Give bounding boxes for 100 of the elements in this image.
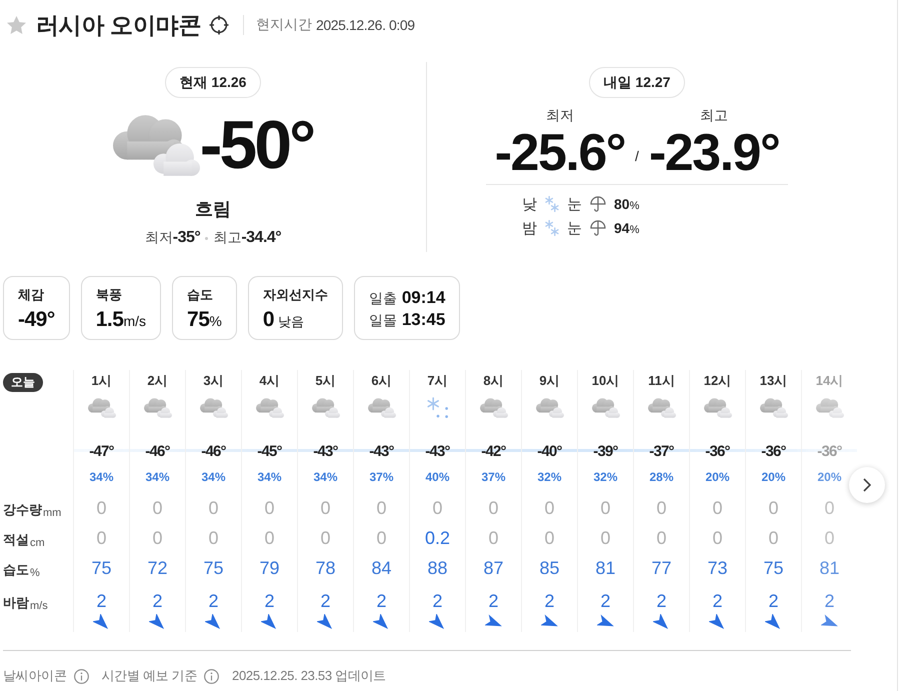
- next-button[interactable]: [849, 467, 885, 503]
- low-temperature: -35°: [172, 229, 200, 247]
- humidity-value: 77: [651, 557, 672, 579]
- condition-label: 눈: [567, 218, 582, 238]
- hourly-temperature: -36°: [705, 442, 730, 462]
- low-temperature: -25.6°: [494, 126, 626, 180]
- snowfall-amount: 0: [824, 527, 834, 549]
- sun-event-time: 13:45: [402, 309, 446, 330]
- row-label: 습도%: [2, 561, 40, 579]
- snowfall-amount: 0: [376, 527, 386, 549]
- umbrella-icon: [590, 196, 606, 212]
- precipitation-chance: 20%: [817, 469, 842, 486]
- hourly-temperature: -46°: [145, 442, 170, 462]
- star-icon[interactable]: [7, 16, 26, 34]
- low-label: 최저: [144, 229, 173, 247]
- precipitation-chance: 34%: [201, 469, 226, 486]
- precipitation-chance: 37%: [481, 469, 506, 486]
- condition-label: 눈: [567, 194, 582, 214]
- humidity-value: 84: [371, 557, 392, 579]
- precipitation-chance: 20%: [705, 469, 730, 486]
- precipitation-amount: 0: [488, 497, 498, 519]
- snowfall-amount: 0: [712, 527, 722, 549]
- high-label: 최고: [700, 106, 728, 124]
- precipitation-amount: 0: [152, 497, 162, 519]
- precipitation-chance: 28%: [649, 469, 674, 486]
- snowfall-amount: 0: [208, 527, 218, 549]
- humidity-value: 87: [483, 557, 504, 579]
- wind-speed: 2: [712, 590, 722, 612]
- info-icon[interactable]: [204, 668, 220, 684]
- precipitation-chance: 32%: [537, 469, 562, 486]
- hourly-temperature: -43°: [425, 442, 450, 462]
- precipitation-amount: 0: [320, 497, 330, 519]
- snowfall-amount: 0: [320, 527, 330, 549]
- precipitation-chance: 34%: [89, 469, 114, 486]
- card-label: 자외선지수: [262, 286, 328, 304]
- humidity-value: 75: [203, 557, 224, 579]
- humidity-value: 79: [259, 557, 280, 579]
- crosshair-icon[interactable]: [209, 15, 229, 35]
- low-label: 최저: [546, 106, 574, 124]
- hourly-temperature: -43°: [369, 442, 394, 462]
- period-label: 밤: [522, 218, 537, 238]
- hour-label: 10시: [592, 372, 620, 390]
- precipitation-amount: 0: [264, 497, 274, 519]
- humidity-value: 75: [91, 557, 112, 579]
- humidity-value: 78: [315, 557, 336, 579]
- hourly-temperature: -39°: [593, 442, 618, 462]
- sun-event-label: 일몰: [368, 311, 397, 330]
- hourly-temperature: -47°: [89, 442, 114, 462]
- precipitation-amount: 0: [432, 497, 442, 519]
- snowfall-amount: 0: [768, 527, 778, 549]
- precipitation-amount: 0: [656, 497, 666, 519]
- date-badge: 현재 12.26: [164, 67, 262, 98]
- hourly-temperature: -36°: [817, 442, 842, 462]
- hour-label: 3시: [203, 372, 224, 390]
- card-label: 습도: [187, 286, 214, 304]
- wind-speed: 2: [432, 590, 442, 612]
- precipitation-chance: 32%: [593, 469, 618, 486]
- precipitation-amount: 0: [376, 497, 386, 519]
- date-badge: 내일 12.27: [588, 67, 686, 98]
- sun-event-time: 09:14: [402, 287, 446, 308]
- card-value: 75%: [187, 307, 222, 333]
- card-value: -49°: [18, 307, 55, 333]
- info-icon[interactable]: [74, 668, 89, 684]
- hour-label: 1시: [91, 372, 112, 390]
- hour-label: 2시: [147, 372, 168, 390]
- footer-note: 날씨아이콘: [3, 667, 67, 685]
- hourly-temperature: -42°: [481, 442, 506, 462]
- humidity-value: 85: [539, 557, 560, 579]
- precipitation-amount: 0: [96, 497, 106, 519]
- hour-label: 6시: [371, 372, 392, 390]
- wind-speed: 2: [320, 590, 330, 612]
- snowfall-amount: 0: [600, 527, 610, 549]
- hour-label: 12시: [704, 372, 732, 390]
- snowfall-amount: 0: [656, 527, 666, 549]
- precipitation-amount: 0: [600, 497, 610, 519]
- precipitation-chance: 80%: [614, 196, 640, 212]
- precipitation-amount: 0: [208, 497, 218, 519]
- wind-speed: 2: [656, 590, 666, 612]
- wind-speed: 2: [208, 590, 218, 612]
- humidity-value: 73: [707, 557, 728, 579]
- precipitation-chance: 40%: [425, 469, 450, 486]
- card-value: 1.5m/s: [96, 307, 146, 333]
- humidity-value: 72: [147, 557, 168, 579]
- snowfall-amount: 0: [264, 527, 274, 549]
- period-label: 낮: [522, 194, 537, 214]
- snowfall-amount: 0: [544, 527, 554, 549]
- precipitation-chance: 94%: [614, 220, 640, 236]
- hourly-temperature: -46°: [201, 442, 226, 462]
- precipitation-chance: 37%: [369, 469, 394, 486]
- humidity-value: 88: [427, 557, 448, 579]
- hour-label: 9시: [539, 372, 560, 390]
- hour-label: 5시: [315, 372, 336, 390]
- location-title: 러시아 오이먀콘: [36, 10, 201, 40]
- humidity-value: 81: [819, 557, 840, 579]
- day-badge: 오늘: [3, 373, 43, 392]
- snowfall-amount: 0: [152, 527, 162, 549]
- footer-note: 시간별 예보 기준: [102, 667, 198, 685]
- hour-label: 11시: [648, 372, 675, 390]
- card-label: 체감: [18, 286, 45, 304]
- precipitation-amount: 0: [824, 497, 834, 519]
